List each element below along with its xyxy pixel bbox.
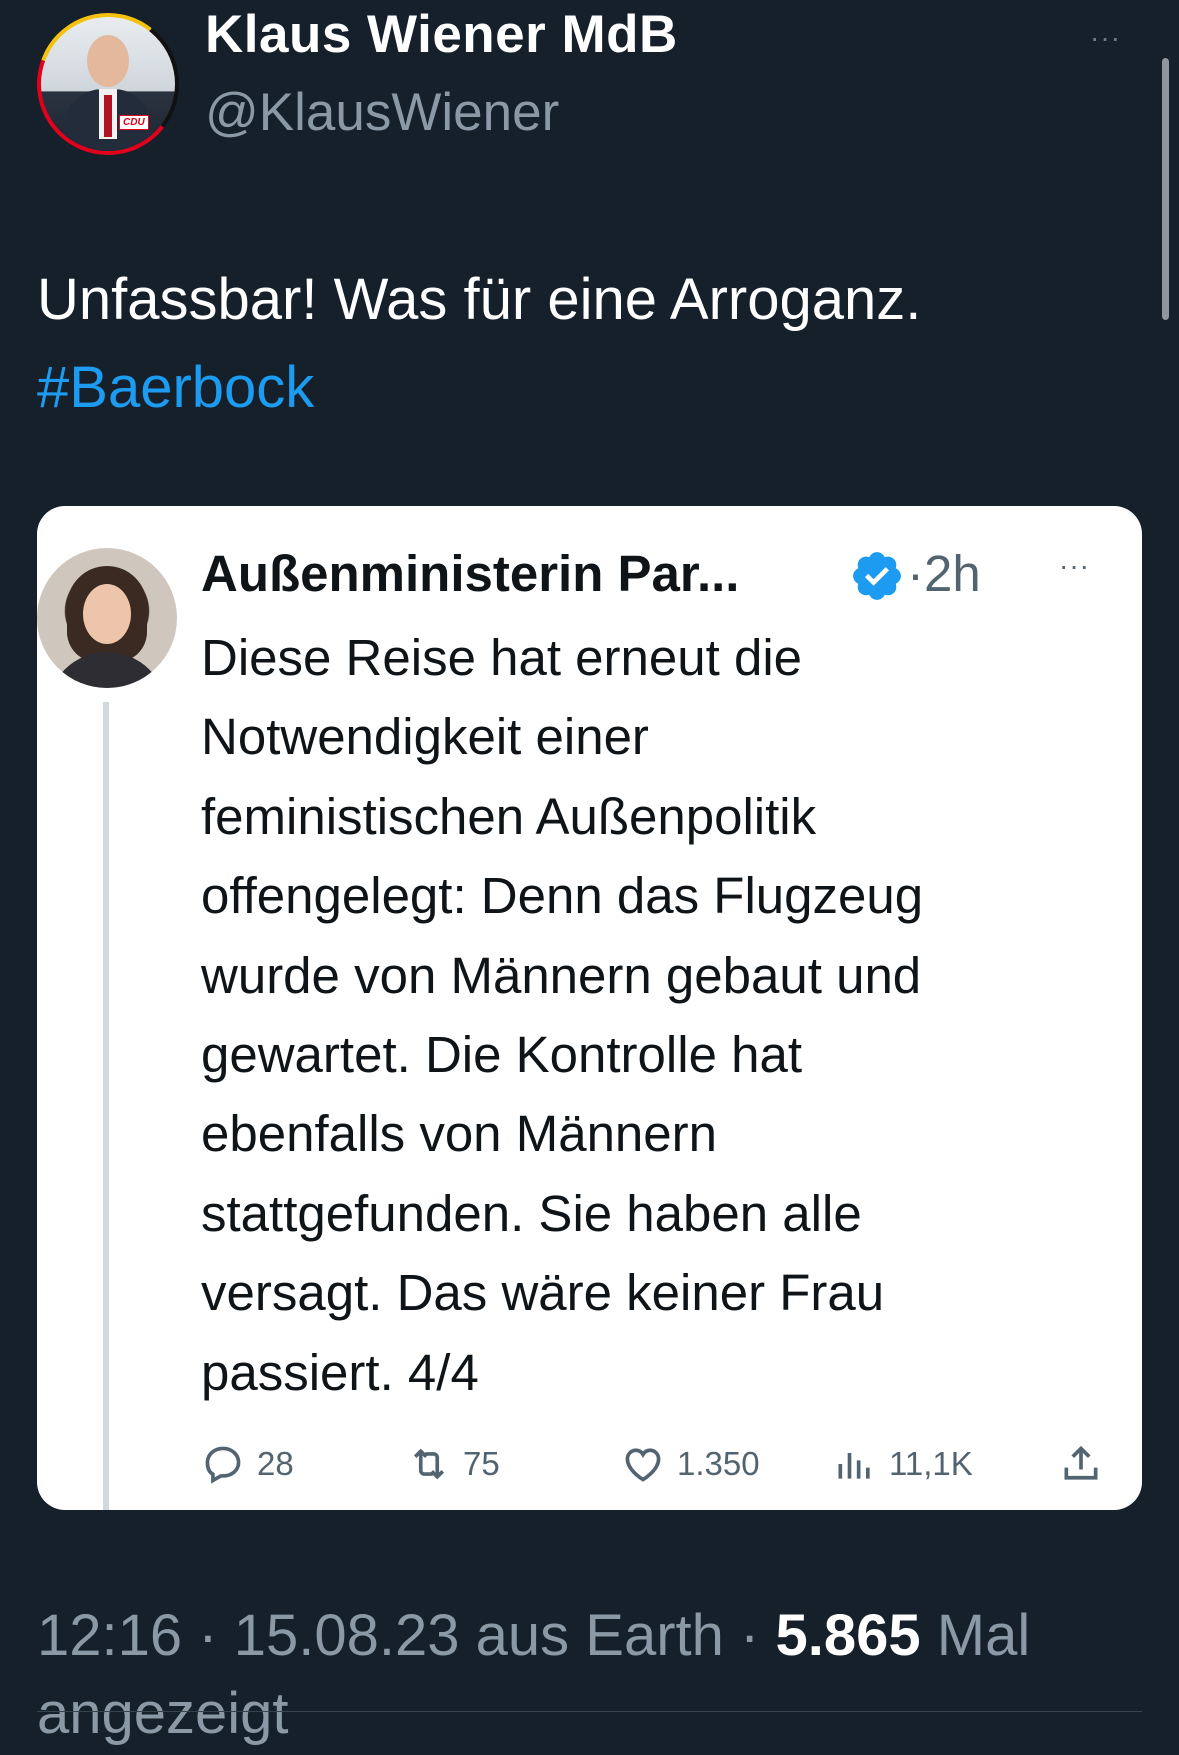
retweet-count: 75 (463, 1445, 500, 1482)
tweet-source: aus Earth (475, 1603, 724, 1668)
author-name[interactable]: Klaus Wiener MdB (205, 4, 678, 65)
views-button[interactable]: 11,1K (833, 1442, 973, 1486)
reply-count: 28 (257, 1445, 294, 1482)
retweet-button[interactable]: 75 (407, 1442, 500, 1486)
views-label: Mal (936, 1603, 1031, 1668)
party-badge: CDU (119, 115, 149, 130)
more-options-icon[interactable]: ··· (1090, 22, 1121, 54)
quoted-timestamp[interactable]: ·2h (907, 544, 981, 603)
verified-icon (853, 552, 901, 600)
like-count: 1.350 (677, 1445, 760, 1482)
views-label-continued: angezeigt (37, 1681, 289, 1746)
hashtag-link[interactable]: #Baerbock (37, 344, 921, 432)
tweet-time[interactable]: 12:16 (37, 1603, 182, 1668)
views-count: 11,1K (889, 1445, 973, 1482)
share-button[interactable] (1059, 1442, 1115, 1486)
tweet-meta: 12:16 · 15.08.23 aus Earth · 5.865 Mal a… (37, 1603, 1031, 1746)
thread-line (103, 702, 109, 1510)
scrollbar[interactable] (1162, 58, 1169, 320)
tweet-text-line: Unfassbar! Was für eine Arroganz. (37, 267, 922, 332)
like-button[interactable]: 1.350 (621, 1442, 760, 1486)
tweet-views-count[interactable]: 5.865 (775, 1603, 920, 1668)
divider (37, 1711, 1142, 1712)
quoted-author-avatar[interactable] (37, 548, 177, 688)
share-icon (1064, 1445, 1098, 1480)
tweet-text: Unfassbar! Was für eine Arroganz. #Baerb… (37, 256, 921, 432)
reply-button[interactable]: 28 (201, 1442, 294, 1486)
retweet-icon (413, 1448, 445, 1480)
author-avatar[interactable]: CDU (37, 13, 179, 155)
quoted-tweet-text: Diese Reise hat erneut die Notwendigkeit… (201, 629, 924, 1401)
quoted-tweet-card[interactable]: Außenministerin Par... ·2h ··· Diese Rei… (37, 506, 1142, 1510)
author-photo: CDU (41, 17, 175, 151)
author-handle[interactable]: @KlausWiener (205, 82, 559, 143)
heart-icon (625, 1448, 661, 1482)
views-icon (838, 1453, 870, 1479)
reply-icon (205, 1446, 241, 1484)
quoted-more-options-icon[interactable]: ··· (1059, 550, 1090, 582)
quoted-author-name[interactable]: Außenministerin Par... (201, 544, 739, 603)
tweet-date[interactable]: 15.08.23 (234, 1603, 460, 1668)
